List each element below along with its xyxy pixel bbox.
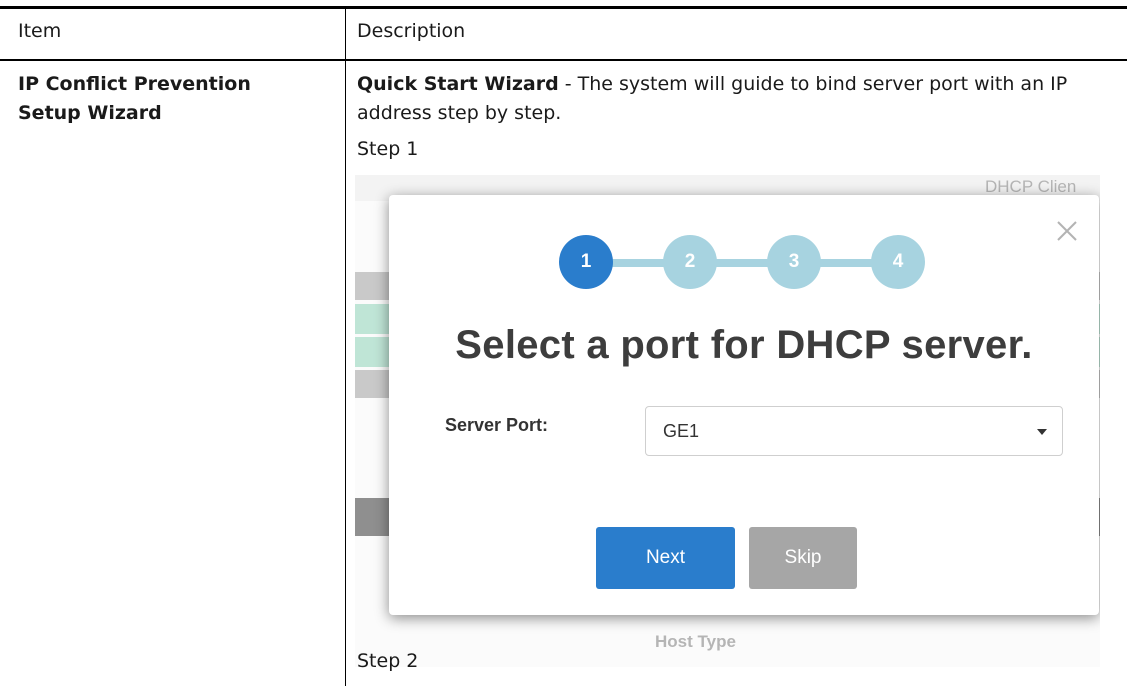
column-header-description: Description (357, 20, 466, 42)
close-icon[interactable] (1053, 217, 1081, 245)
step2-label: Step 2 (357, 650, 419, 672)
wizard-screenshot: Host Type DHCP Clien 1 2 3 4 Select a po… (355, 175, 1100, 667)
row-item-label: IP Conflict Prevention Setup Wizard (18, 73, 251, 124)
step-3-indicator: 3 (767, 235, 821, 289)
description-bold: Quick Start Wizard (357, 73, 559, 95)
table-top-rule (0, 6, 1127, 9)
stepper-track (599, 259, 899, 267)
skip-button[interactable]: Skip (749, 527, 857, 589)
next-button[interactable]: Next (596, 527, 735, 589)
dhcp-client-fragment: DHCP Clien (985, 177, 1077, 196)
column-divider (345, 9, 346, 686)
server-port-label: Server Port: (445, 415, 549, 435)
wizard-title: Select a port for DHCP server. (455, 323, 1033, 367)
server-port-select[interactable]: GE1 (645, 406, 1063, 456)
step-1-indicator: 1 (559, 235, 613, 289)
step-2-indicator: 2 (663, 235, 717, 289)
row-description: Quick Start Wizard - The system will gui… (357, 70, 1107, 128)
step1-label: Step 1 (357, 138, 419, 160)
chevron-down-icon (1037, 429, 1047, 435)
server-port-value: GE1 (663, 421, 700, 441)
step-4-indicator: 4 (871, 235, 925, 289)
table-header-rule (0, 59, 1127, 61)
host-type-fragment: Host Type (655, 632, 736, 651)
wizard-dialog: 1 2 3 4 Select a port for DHCP server. S… (389, 195, 1099, 615)
wizard-stepper: 1 2 3 4 (559, 235, 929, 291)
column-header-item: Item (18, 20, 62, 42)
